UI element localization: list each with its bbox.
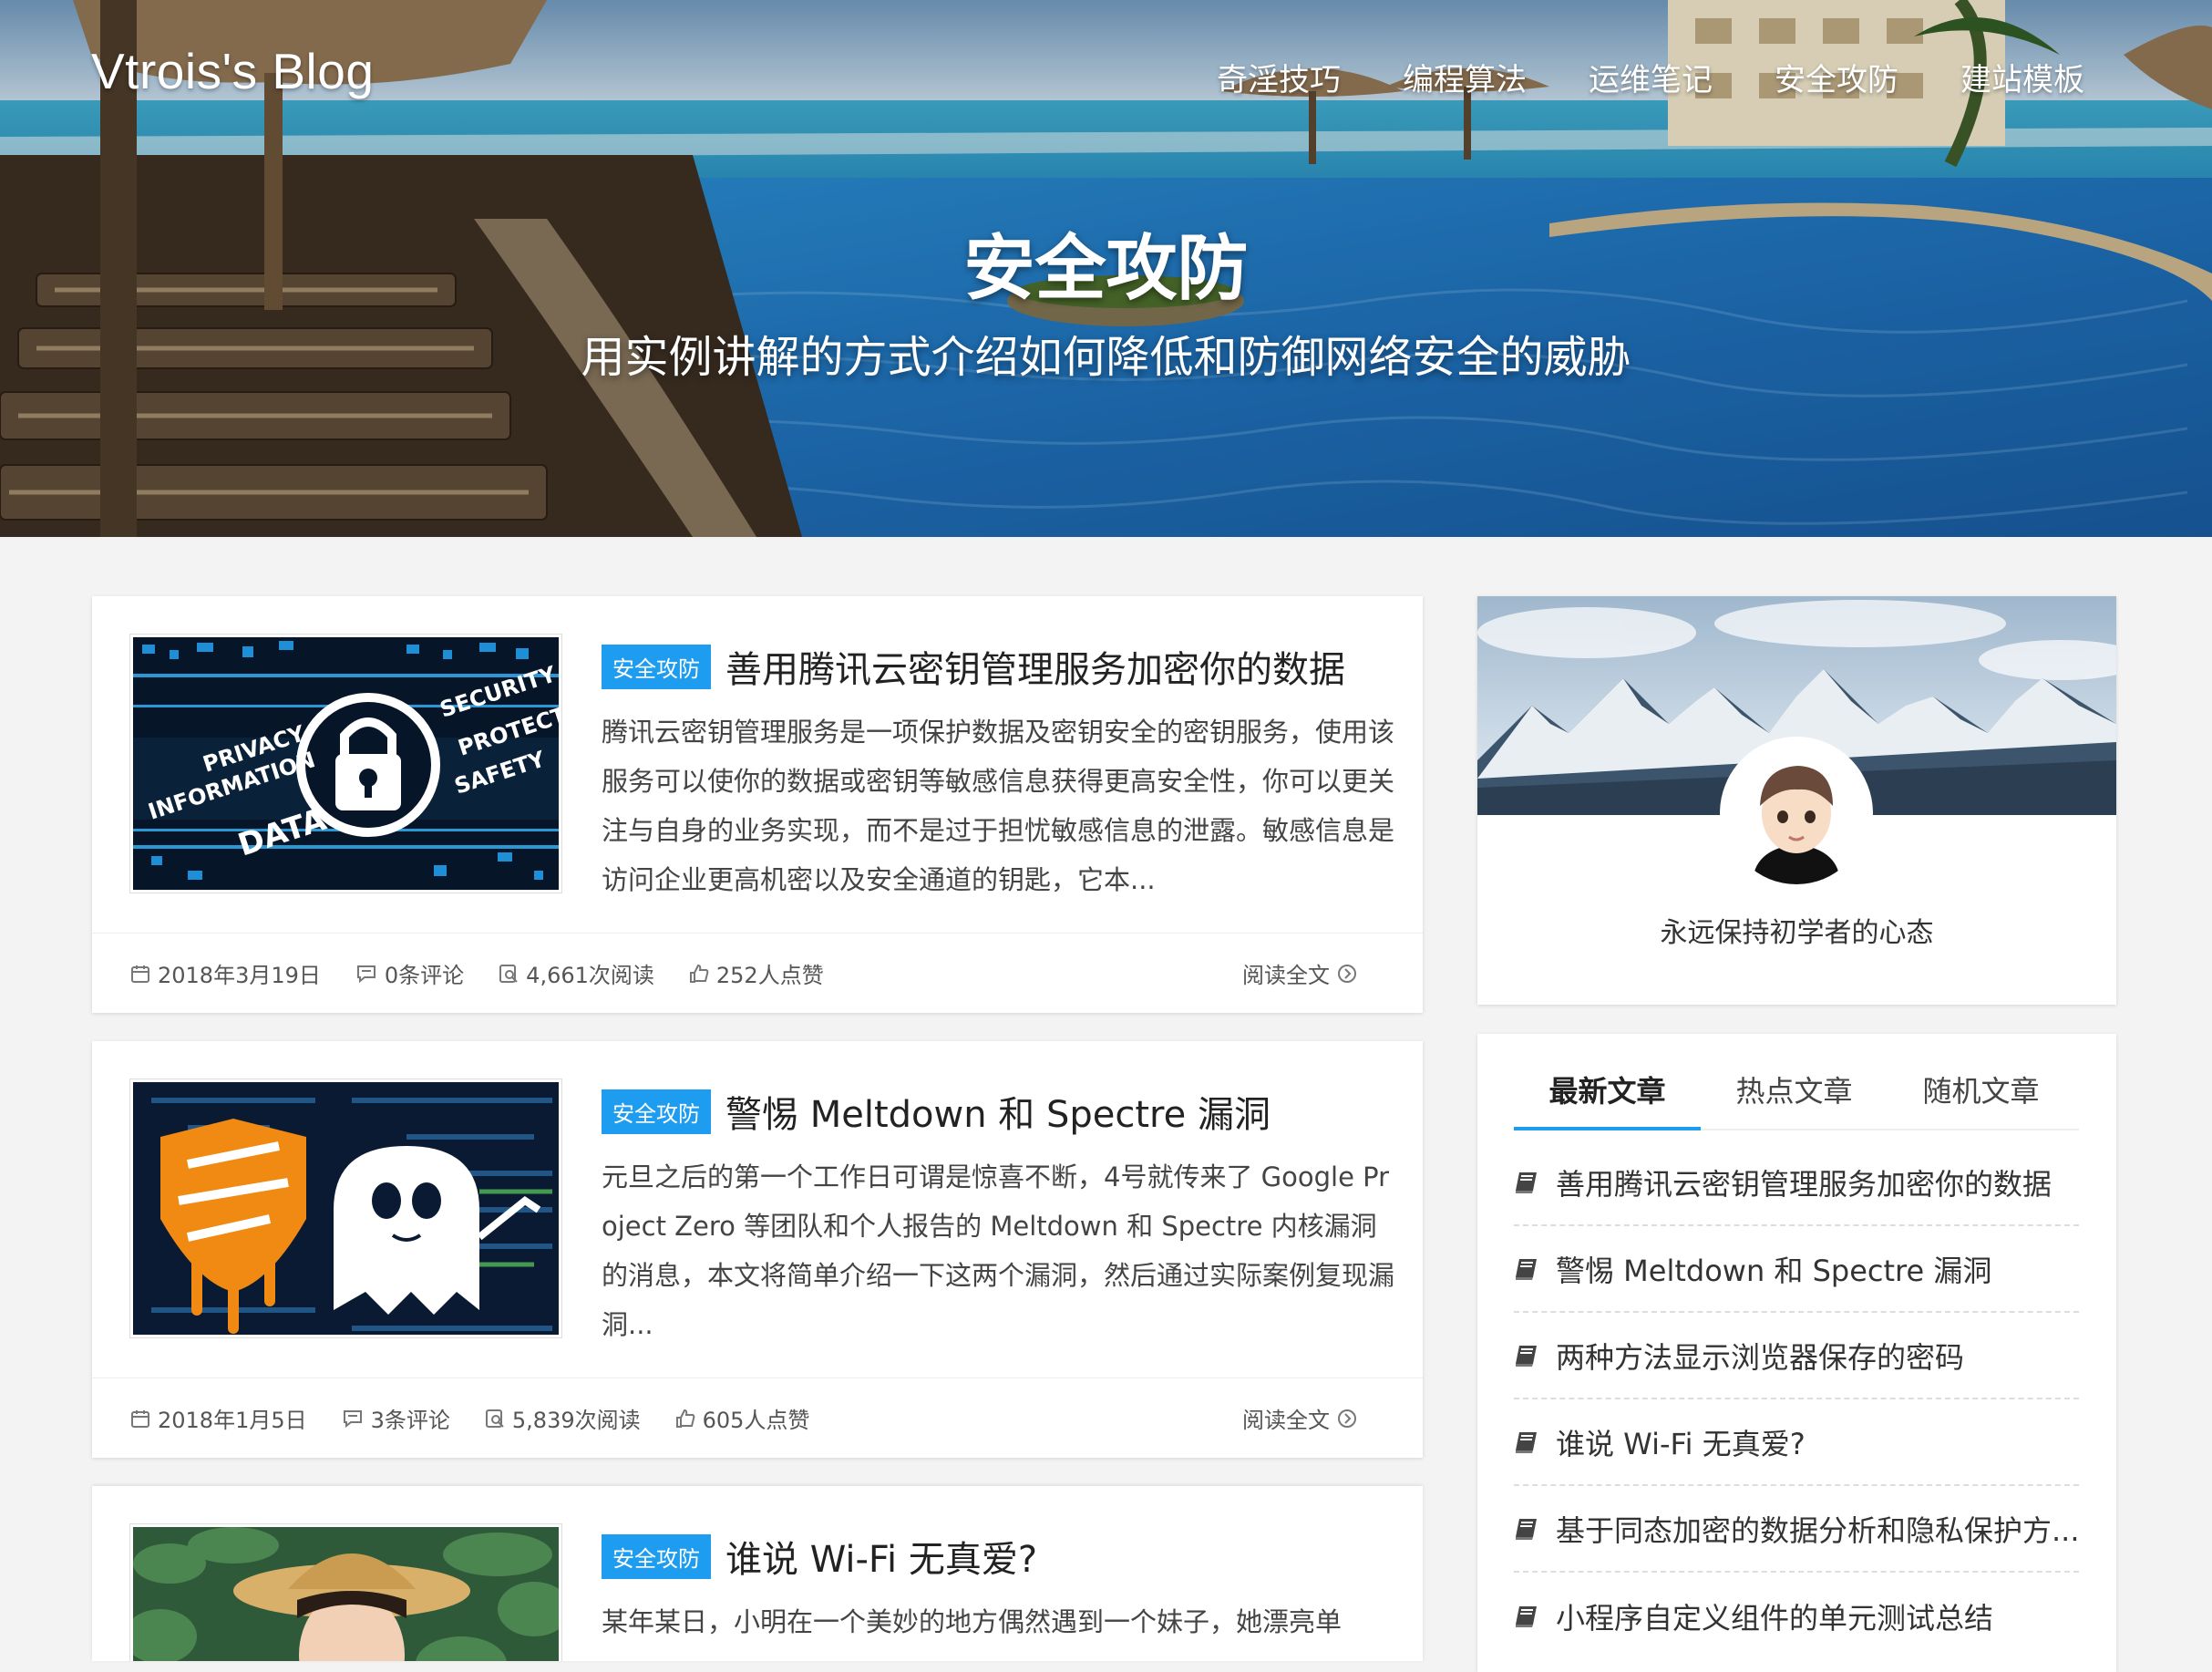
like-count: 605人点赞: [702, 1408, 810, 1433]
article-thumbnail[interactable]: [130, 1524, 561, 1661]
security-lock-image: PRIVACY INFORMATION DATA SECURITY PROTEC…: [133, 637, 559, 890]
tab-latest[interactable]: 最新文章: [1514, 1061, 1701, 1130]
article-header: 安全攻防 善用腾讯云密钥管理服务加密你的数据: [602, 640, 1386, 693]
list-item-title: 善用腾讯云密钥管理服务加密你的数据: [1556, 1166, 2053, 1202]
views-icon: [485, 1409, 504, 1428]
meta-likes[interactable]: 252人点赞: [689, 957, 824, 989]
comment-icon: [343, 1409, 362, 1428]
article-meta: 2018年1月5日 3条评论 5,839次阅读 605人点赞 阅读全文: [92, 1378, 1423, 1458]
thumbs-up-icon: [689, 964, 709, 983]
comment-count: 3条评论: [370, 1408, 450, 1433]
page-subtitle: 用实例讲解的方式介绍如何降低和防御网络安全的威胁: [581, 332, 1631, 383]
hero-banner: Vtrois's Blog 奇淫技巧 编程算法 运维笔记 安全攻防 建站模板 安…: [0, 0, 2212, 537]
article-excerpt: 元旦之后的第一个工作日可谓是惊喜不断，4号就传来了 Google Project…: [602, 1161, 1395, 1340]
chevron-right-circle-icon: [1338, 964, 1356, 983]
meta-date: 2018年1月5日: [130, 1402, 307, 1434]
nav-item-security[interactable]: 安全攻防: [1775, 55, 1898, 99]
read-more-label: 阅读全文: [1242, 1408, 1330, 1433]
nav-item-ops[interactable]: 运维笔记: [1589, 55, 1713, 99]
list-item[interactable]: 谁说 Wi-Fi 无真爱?: [1514, 1399, 2079, 1486]
nav-item-templates[interactable]: 建站模板: [1960, 55, 2084, 99]
article-meta: 2018年3月19日 0条评论 4,661次阅读 252人点赞 阅读全文: [92, 933, 1423, 1013]
list-item[interactable]: 小程序自定义组件的单元测试总结: [1514, 1573, 2079, 1659]
views-icon: [499, 964, 518, 983]
view-count: 5,839次阅读: [511, 1408, 641, 1433]
tab-random[interactable]: 随机文章: [1888, 1061, 2074, 1129]
read-more-link[interactable]: 阅读全文: [1242, 957, 1357, 989]
main-nav: 奇淫技巧 编程算法 运维笔记 安全攻防 建站模板: [1155, 55, 2084, 99]
calendar-icon: [131, 1409, 149, 1428]
article-card: 安全攻防 警惕 Meltdown 和 Spectre 漏洞 元旦之后的第一个工作…: [92, 1041, 1423, 1458]
article-card: PRIVACY INFORMATION DATA SECURITY PROTEC…: [92, 596, 1423, 1013]
profile-motto: 永远保持初学者的心态: [1660, 917, 1934, 949]
girl-portrait-image: [133, 1527, 559, 1661]
meta-likes[interactable]: 605人点赞: [675, 1402, 810, 1434]
meltdown-spectre-image: [133, 1082, 559, 1335]
article-date: 2018年3月19日: [158, 963, 321, 988]
list-item-title: 小程序自定义组件的单元测试总结: [1556, 1600, 1994, 1636]
chevron-right-circle-icon: [1338, 1409, 1356, 1428]
site-brand[interactable]: Vtrois's Blog: [91, 42, 374, 100]
list-item-title: 谁说 Wi-Fi 无真爱?: [1556, 1426, 1806, 1461]
list-item[interactable]: 两种方法显示浏览器保存的密码: [1514, 1313, 2079, 1399]
book-icon: [1516, 1518, 1537, 1540]
category-tag[interactable]: 安全攻防: [602, 1089, 711, 1134]
article-card: 安全攻防 谁说 Wi-Fi 无真爱? 某年某日，小明在一个美妙的地方偶然遇到一个…: [92, 1486, 1423, 1661]
category-tag[interactable]: 安全攻防: [602, 644, 711, 689]
article-title[interactable]: 警惕 Meltdown 和 Spectre 漏洞: [725, 1085, 1271, 1138]
meta-views: 5,839次阅读: [485, 1402, 641, 1434]
comment-icon: [356, 965, 376, 983]
view-count: 4,661次阅读: [526, 963, 654, 988]
meta-date: 2018年3月19日: [130, 957, 321, 989]
list-item[interactable]: 基于同态加密的数据分析和隐私保护方...: [1514, 1486, 2079, 1573]
book-icon: [1516, 1431, 1537, 1453]
article-thumbnail[interactable]: PRIVACY INFORMATION DATA SECURITY PROTEC…: [130, 635, 561, 893]
page-title: 安全攻防: [963, 228, 1249, 310]
book-icon: [1516, 1605, 1537, 1627]
like-count: 252人点赞: [715, 963, 824, 988]
article-date: 2018年1月5日: [158, 1408, 307, 1433]
tab-hot[interactable]: 热点文章: [1701, 1061, 1888, 1129]
list-item-title: 基于同态加密的数据分析和隐私保护方...: [1556, 1512, 2079, 1548]
article-header: 安全攻防 谁说 Wi-Fi 无真爱?: [602, 1530, 1386, 1583]
avatar[interactable]: [1720, 737, 1873, 890]
article-thumbnail[interactable]: [130, 1079, 561, 1337]
calendar-icon: [131, 965, 149, 983]
list-item-title: 两种方法显示浏览器保存的密码: [1556, 1339, 1965, 1375]
book-icon: [1516, 1171, 1537, 1193]
list-item[interactable]: 善用腾讯云密钥管理服务加密你的数据: [1514, 1140, 2079, 1226]
meta-comments[interactable]: 3条评论: [342, 1402, 450, 1434]
thumbs-up-icon: [675, 1409, 694, 1428]
category-tag[interactable]: 安全攻防: [602, 1533, 711, 1579]
read-more-link[interactable]: 阅读全文: [1242, 1402, 1357, 1434]
book-icon: [1516, 1258, 1537, 1280]
read-more-label: 阅读全文: [1242, 963, 1330, 988]
profile-widget: 永远保持初学者的心态: [1477, 596, 2116, 1005]
comment-count: 0条评论: [384, 963, 465, 988]
article-header: 安全攻防 警惕 Meltdown 和 Spectre 漏洞: [602, 1085, 1386, 1138]
book-icon: [1516, 1345, 1537, 1367]
article-title[interactable]: 善用腾讯云密钥管理服务加密你的数据: [725, 640, 1345, 693]
article-title[interactable]: 谁说 Wi-Fi 无真爱?: [725, 1530, 1037, 1583]
list-item-title: 警惕 Meltdown 和 Spectre 漏洞: [1556, 1253, 1992, 1288]
meta-views: 4,661次阅读: [499, 957, 654, 989]
meta-comments[interactable]: 0条评论: [355, 957, 464, 989]
avatar-cartoon-image: [1725, 742, 1867, 884]
list-item[interactable]: 警惕 Meltdown 和 Spectre 漏洞: [1514, 1226, 2079, 1313]
posts-tabs: 最新文章 热点文章 随机文章: [1514, 1061, 2079, 1130]
nav-item-tricks[interactable]: 奇淫技巧: [1217, 55, 1341, 99]
posts-list: 善用腾讯云密钥管理服务加密你的数据 警惕 Meltdown 和 Spectre …: [1514, 1140, 2079, 1659]
posts-widget: 最新文章 热点文章 随机文章 善用腾讯云密钥管理服务加密你的数据 警惕 Melt…: [1477, 1034, 2116, 1672]
article-excerpt: 腾讯云密钥管理服务是一项保护数据及密钥安全的密钥服务，使用该服务可以使你的数据或…: [602, 717, 1395, 895]
article-excerpt: 某年某日，小明在一个美妙的地方偶然遇到一个妹子，她漂亮单: [602, 1606, 1343, 1637]
nav-item-programming[interactable]: 编程算法: [1403, 55, 1527, 99]
